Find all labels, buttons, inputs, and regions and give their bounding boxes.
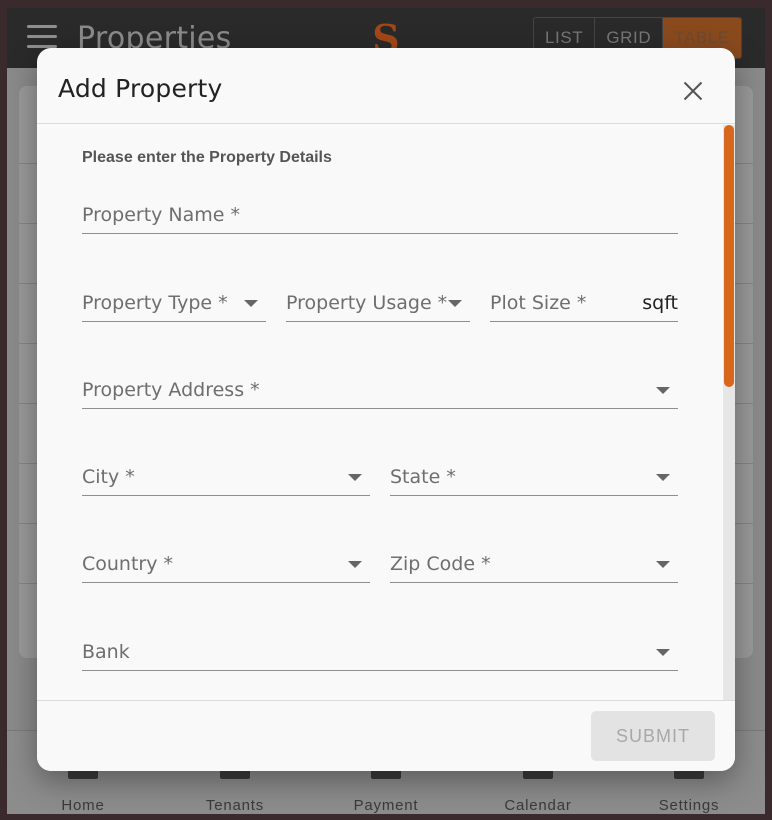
property-usage-select[interactable]: Property Usage * xyxy=(286,282,470,322)
city-select[interactable]: City * xyxy=(82,456,370,496)
chevron-down-icon xyxy=(448,300,462,307)
zip-code-label: Zip Code * xyxy=(390,553,491,575)
plot-size-label: Plot Size * xyxy=(490,292,587,314)
property-type-select[interactable]: Property Type * xyxy=(82,282,266,322)
property-address-label: Property Address * xyxy=(82,379,260,401)
scrollbar-thumb[interactable] xyxy=(724,125,734,387)
add-property-dialog: Add Property Please enter the Property D… xyxy=(37,48,735,771)
chevron-down-icon xyxy=(348,561,362,568)
submit-button[interactable]: SUBMIT xyxy=(591,711,715,761)
chevron-down-icon xyxy=(656,387,670,394)
city-label: City * xyxy=(82,466,135,488)
country-label: Country * xyxy=(82,553,174,575)
plot-size-field[interactable]: Plot Size * sqft xyxy=(490,282,678,322)
dialog-body: Please enter the Property Details Proper… xyxy=(37,125,735,700)
plot-size-unit: sqft xyxy=(642,292,678,314)
property-name-field[interactable]: Property Name * xyxy=(82,194,678,234)
chevron-down-icon xyxy=(348,474,362,481)
state-select[interactable]: State * xyxy=(390,456,678,496)
chevron-down-icon xyxy=(656,474,670,481)
bank-select[interactable]: Bank xyxy=(82,631,678,671)
dialog-title: Add Property xyxy=(58,74,223,103)
zip-code-select[interactable]: Zip Code * xyxy=(390,543,678,583)
property-address-select[interactable]: Property Address * xyxy=(82,369,678,409)
chevron-down-icon xyxy=(244,300,258,307)
property-usage-label: Property Usage * xyxy=(286,292,448,314)
dialog-scrollbar[interactable] xyxy=(723,125,735,700)
dialog-header: Add Property xyxy=(37,48,735,124)
country-select[interactable]: Country * xyxy=(82,543,370,583)
close-icon[interactable] xyxy=(683,81,703,101)
chevron-down-icon xyxy=(656,561,670,568)
bank-label: Bank xyxy=(82,641,130,663)
state-label: State * xyxy=(390,466,456,488)
dialog-footer: SUBMIT xyxy=(37,700,735,771)
chevron-down-icon xyxy=(656,649,670,656)
property-name-label: Property Name * xyxy=(82,204,241,226)
property-type-label: Property Type * xyxy=(82,292,228,314)
section-label: Please enter the Property Details xyxy=(82,149,332,166)
